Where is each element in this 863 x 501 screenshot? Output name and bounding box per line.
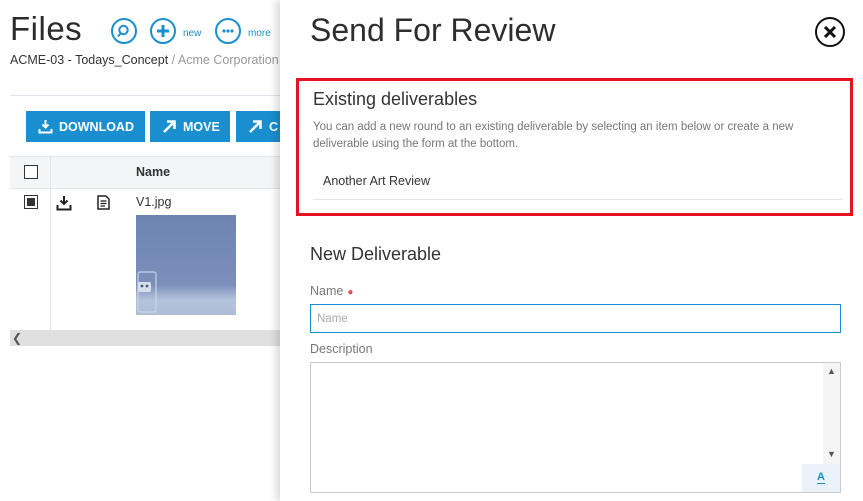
- plus-icon: [157, 25, 169, 37]
- move-button[interactable]: MOVE: [150, 111, 230, 142]
- select-all-checkbox[interactable]: [24, 165, 38, 179]
- more-label[interactable]: more: [248, 28, 271, 39]
- more-button[interactable]: [215, 18, 241, 44]
- breadcrumb-org[interactable]: Acme Corporation: [178, 53, 279, 67]
- file-thumbnail[interactable]: [136, 215, 236, 315]
- breadcrumb: ACME-03 - Todays_Concept / Acme Corporat…: [10, 53, 279, 67]
- description-field: ▲ ▼ A: [310, 362, 841, 493]
- file-name[interactable]: V1.jpg: [136, 195, 171, 209]
- breadcrumb-separator: /: [168, 53, 178, 67]
- send-for-review-drawer: Send For Review Existing deliverables Yo…: [280, 0, 863, 501]
- name-input[interactable]: [310, 304, 841, 333]
- robot-glass-image: [137, 271, 157, 313]
- text-format-button[interactable]: A: [802, 464, 840, 492]
- search-icon: [117, 24, 129, 38]
- scroll-left-icon[interactable]: ❮: [12, 331, 22, 345]
- name-column-header[interactable]: Name: [136, 165, 170, 179]
- table-header: Name: [10, 156, 290, 189]
- download-icon[interactable]: [56, 195, 72, 211]
- required-indicator: ●: [347, 287, 354, 298]
- close-button[interactable]: [815, 17, 845, 47]
- arrow-up-right-icon: [249, 120, 262, 133]
- breadcrumb-project[interactable]: ACME-03 - Todays_Concept: [10, 53, 168, 67]
- new-deliverable-heading: New Deliverable: [310, 244, 442, 264]
- search-button[interactable]: [111, 18, 137, 44]
- name-label-text: Name: [310, 284, 344, 298]
- new-label[interactable]: new: [183, 28, 201, 39]
- page-title: Files: [10, 10, 83, 47]
- download-label: DOWNLOAD: [59, 119, 134, 134]
- download-icon: [38, 120, 53, 134]
- existing-deliverables-description: You can add a new round to an existing d…: [313, 121, 794, 150]
- existing-deliverables-section: Existing deliverables You can add a new …: [296, 78, 853, 216]
- copy-label: C: [269, 119, 279, 134]
- row-checkbox[interactable]: [24, 195, 38, 209]
- deliverable-item-label: Another Art Review: [323, 174, 430, 188]
- drawer-title: Send For Review: [310, 12, 556, 48]
- move-label: MOVE: [183, 119, 220, 134]
- more-icon: [222, 29, 234, 33]
- description-label: Description: [310, 342, 373, 356]
- column-divider: [50, 188, 51, 330]
- scroll-down-icon[interactable]: ▼: [823, 446, 840, 462]
- document-icon[interactable]: [97, 195, 110, 210]
- column-divider: [50, 157, 51, 188]
- download-button[interactable]: DOWNLOAD: [26, 111, 145, 142]
- arrow-up-right-icon: [163, 120, 176, 133]
- new-button[interactable]: [150, 18, 176, 44]
- name-label: Name ●: [310, 284, 353, 298]
- close-icon: [823, 25, 837, 39]
- description-textarea[interactable]: [311, 363, 823, 492]
- horizontal-scrollbar[interactable]: ❮: [10, 330, 290, 346]
- scroll-up-icon[interactable]: ▲: [823, 363, 840, 379]
- files-panel: Files new more ACME-03 - Todays_Concept …: [0, 0, 290, 501]
- text-format-icon: A: [817, 471, 825, 484]
- existing-deliverables-heading: Existing deliverables: [313, 89, 478, 109]
- deliverable-item[interactable]: Another Art Review: [313, 169, 843, 200]
